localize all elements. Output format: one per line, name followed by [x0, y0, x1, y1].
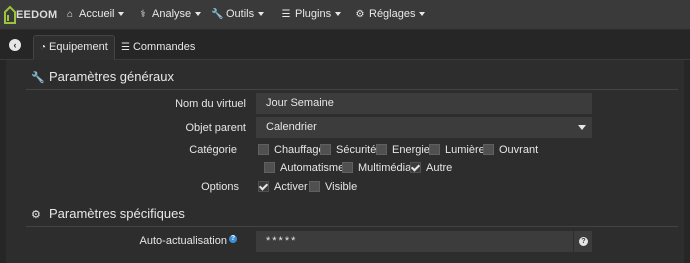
checkbox[interactable] — [342, 162, 353, 173]
category-autre[interactable]: Autre — [410, 162, 452, 174]
category-label: Catégorie — [189, 144, 237, 156]
menu-analyse[interactable]: ⚕ Analyse — [137, 0, 202, 29]
specific-section-title: ⚙ Paramètres spécifiques — [31, 206, 185, 221]
checkbox[interactable] — [309, 181, 320, 192]
options-label: Options — [201, 181, 239, 193]
category-securite[interactable]: Sécurité — [320, 144, 376, 156]
divider — [26, 89, 678, 90]
category-chauffage-label: Chauffage — [274, 144, 325, 156]
category-multimedia-label: Multimédia — [358, 162, 412, 174]
category-lumiere[interactable]: Lumière — [429, 144, 485, 156]
wrench-icon: 🔧 — [211, 9, 224, 20]
menu-plugins[interactable]: ☰ Plugins — [280, 0, 342, 29]
menu-reglages-label: Réglages — [369, 8, 416, 20]
home-icon: ⌂ — [66, 9, 74, 20]
menu-outils[interactable]: 🔧 Outils — [211, 0, 265, 29]
parent-label: Objet parent — [185, 122, 246, 134]
tab-commandes-label: Commandes — [132, 41, 196, 53]
parent-select-value: Calendrier — [266, 121, 317, 133]
jeedom-house-icon — [4, 5, 16, 24]
caret-down-icon — [195, 12, 202, 17]
tab-bar: ‹ ◔ Equipement ☰ Commandes — [0, 30, 690, 60]
general-section-title-text: Paramètres généraux — [49, 69, 175, 84]
tab-equipement-label: Equipement — [49, 41, 108, 53]
name-input[interactable]: Jour Semaine — [256, 93, 592, 114]
category-multimedia[interactable]: Multimédia — [342, 162, 411, 174]
checkbox[interactable] — [483, 144, 494, 155]
option-visible[interactable]: Visible — [309, 181, 357, 193]
checkbox-checked[interactable] — [410, 162, 421, 173]
category-ouvrant-label: Ouvrant — [499, 144, 539, 156]
wrench-icon: 🔧 — [31, 72, 45, 84]
category-ouvrant[interactable]: Ouvrant — [483, 144, 538, 156]
category-automatisme-label: Automatisme — [280, 162, 345, 174]
menu-plugins-label: Plugins — [295, 8, 332, 20]
checkbox[interactable] — [376, 144, 387, 155]
list-icon: ☰ — [121, 42, 130, 53]
name-label: Nom du virtuel — [175, 98, 246, 110]
jeedom-logo[interactable]: EEDOM — [4, 3, 58, 25]
menu-analyse-label: Analyse — [152, 8, 192, 20]
tab-equipement[interactable]: ◔ Equipement — [33, 35, 115, 60]
tasks-icon: ☰ — [281, 9, 291, 20]
caret-down-icon — [118, 12, 125, 17]
top-navbar: EEDOM ⌂ Accueil ⚕ Analyse 🔧 Outils ☰ Plugins… — [0, 0, 690, 30]
option-activer[interactable]: Activer — [258, 181, 308, 193]
tab-commandes[interactable]: ☰ Commandes — [115, 35, 201, 59]
category-energie-label: Energie — [392, 144, 430, 156]
checkbox[interactable] — [320, 144, 331, 155]
cogs-icon: ⚙ — [355, 9, 365, 20]
parent-select[interactable]: Calendrier — [256, 117, 592, 138]
chevron-down-icon — [578, 125, 586, 130]
checkbox[interactable] — [258, 144, 269, 155]
checkbox-checked[interactable] — [258, 181, 269, 192]
stethoscope-icon: ⚕ — [140, 9, 146, 20]
specific-section-title-text: Paramètres spécifiques — [49, 206, 185, 221]
cron-help-button[interactable]: ? — [573, 231, 592, 252]
option-activer-label: Activer — [274, 181, 308, 193]
autorefresh-input[interactable]: ***** — [256, 231, 574, 252]
menu-reglages[interactable]: ⚙ Réglages — [354, 0, 426, 29]
tachometer-icon: ◔ — [40, 42, 47, 53]
question-circle-icon: ? — [579, 237, 588, 246]
option-visible-label: Visible — [325, 181, 358, 193]
checkbox[interactable] — [264, 162, 275, 173]
menu-accueil-label: Accueil — [79, 8, 115, 20]
question-circle-icon[interactable]: ? — [229, 235, 237, 243]
equipment-panel: 🔧 Paramètres généraux Nom du virtuel Jour… — [6, 60, 684, 263]
category-automatisme[interactable]: Automatisme — [264, 162, 344, 174]
category-energie[interactable]: Energie — [376, 144, 430, 156]
divider — [26, 226, 678, 227]
menu-outils-label: Outils — [226, 8, 255, 20]
caret-down-icon — [419, 12, 426, 17]
category-lumiere-label: Lumière — [445, 144, 485, 156]
caret-down-icon — [258, 12, 265, 17]
general-section-title: 🔧 Paramètres généraux — [31, 69, 174, 84]
category-securite-label: Sécurité — [336, 144, 377, 156]
autorefresh-label-text: Auto-actualisation — [139, 235, 227, 247]
category-chauffage[interactable]: Chauffage — [258, 144, 325, 156]
cogs-icon: ⚙ — [31, 209, 41, 221]
autorefresh-label: Auto-actualisation? — [87, 235, 237, 247]
category-autre-label: Autre — [426, 162, 453, 174]
menu-accueil[interactable]: ⌂ Accueil — [64, 0, 125, 29]
arrow-circle-left-icon[interactable]: ‹ — [9, 39, 21, 51]
checkbox[interactable] — [429, 144, 440, 155]
logo-text: EEDOM — [16, 9, 58, 21]
caret-down-icon — [335, 12, 342, 17]
